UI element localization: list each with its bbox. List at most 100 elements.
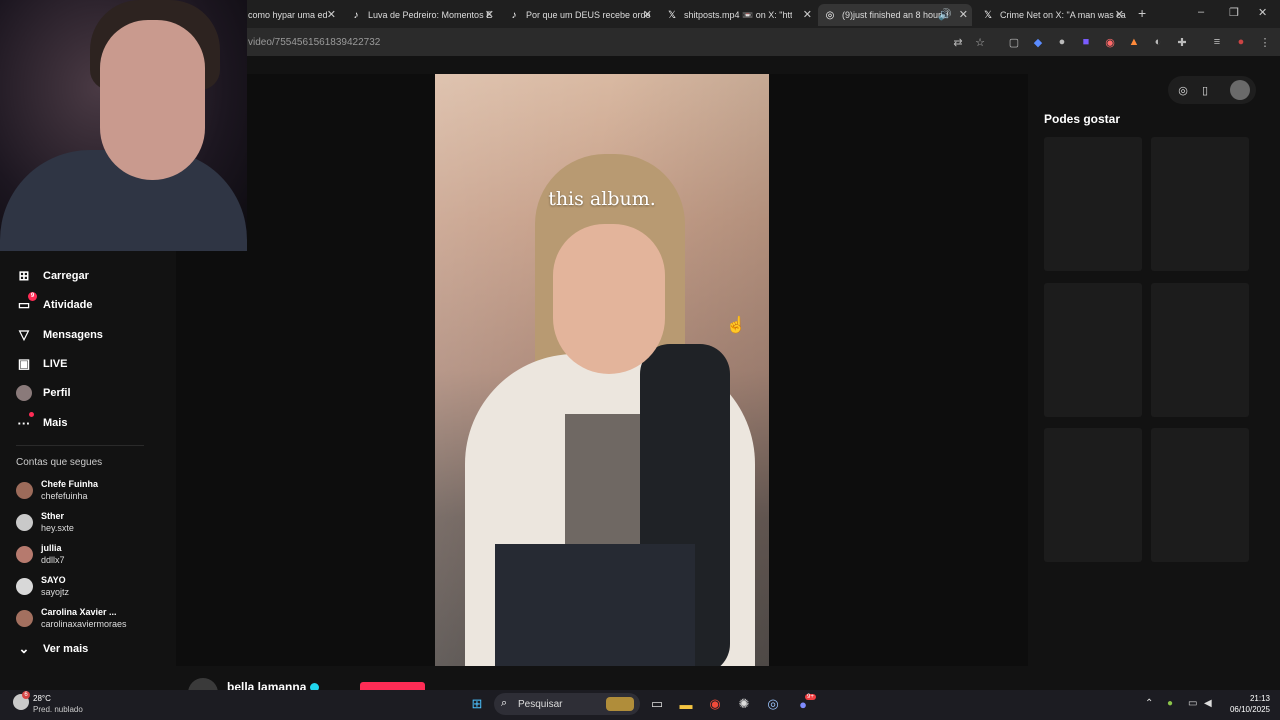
- notification-dot: [29, 412, 34, 417]
- see-more-button[interactable]: ⌄ Ver mais: [16, 641, 89, 657]
- clock-time: 21:13: [1249, 694, 1270, 703]
- file-explorer-icon[interactable]: ▬: [678, 696, 694, 712]
- account-handle: hey.sxte: [41, 523, 74, 533]
- following-section-title: Contas que segues: [16, 457, 103, 468]
- tab-title: Luva de Pedreiro: Momentos E: [368, 10, 493, 20]
- recommended-video-thumbnail[interactable]: [1151, 428, 1249, 562]
- account-name: Chefe Fuinha: [41, 479, 99, 489]
- following-account[interactable]: Carolina Xavier ... carolinaxaviermoraes: [16, 606, 127, 630]
- sidebar-item-live[interactable]: ▣ LIVE: [16, 356, 68, 372]
- browser-tab[interactable]: 𝕏 shitposts.mp4 📼 on X: "htt ✕: [666, 4, 816, 26]
- close-tab-icon[interactable]: ✕: [643, 8, 652, 21]
- tab-title: como hypar uma ed: [248, 10, 328, 20]
- extension-icon[interactable]: ▢: [1007, 35, 1021, 49]
- profile-icon[interactable]: ●: [1234, 35, 1248, 49]
- restore-icon[interactable]: ❐: [1229, 6, 1239, 19]
- minimize-icon[interactable]: –: [1198, 6, 1204, 18]
- extension-icon[interactable]: ◐: [1151, 35, 1165, 49]
- new-tab-button[interactable]: +: [1138, 5, 1146, 21]
- account-name: Sther: [41, 511, 65, 521]
- search-placeholder: Pesquisar: [518, 699, 563, 710]
- browser-tab[interactable]: como hypar uma ed ✕: [248, 4, 340, 26]
- speaker-icon[interactable]: 🔊: [938, 8, 952, 21]
- taskbar-clock[interactable]: 21:13 06/10/2025: [1226, 693, 1270, 715]
- search-icon: ⌕: [501, 697, 508, 709]
- extension-icon[interactable]: ■: [1079, 35, 1093, 49]
- media-control-icon[interactable]: ≡: [1210, 35, 1224, 49]
- windows-start-icon[interactable]: ⊞: [469, 696, 485, 712]
- url-text[interactable]: video/7554561561839422732: [248, 37, 380, 48]
- close-tab-icon[interactable]: ✕: [327, 8, 336, 21]
- chrome-icon[interactable]: ◉: [707, 696, 723, 712]
- following-account[interactable]: Sther hey.sxte: [16, 510, 74, 534]
- browser-tab-active[interactable]: ◎ (9)just finished an 8 hour d 🔊 ✕: [818, 4, 972, 26]
- inbox-icon: ▭ 9: [16, 292, 37, 313]
- sidebar-item-mensagens[interactable]: ▽ Mensagens: [16, 327, 103, 343]
- extension-icon[interactable]: ◆: [1031, 35, 1045, 49]
- weather-temperature[interactable]: 28°C: [33, 694, 51, 703]
- tab-title: Por que um DEUS recebe orde: [526, 10, 651, 20]
- tab-title: shitposts.mp4 📼 on X: "htt: [684, 9, 793, 20]
- compass-icon[interactable]: ◎: [1175, 82, 1191, 98]
- following-account[interactable]: Chefe Fuinha chefefuinha: [16, 478, 98, 502]
- menu-dots-icon[interactable]: ⋮: [1258, 35, 1272, 49]
- recommendations-title: Podes gostar: [1044, 112, 1121, 126]
- account-name: jullia: [41, 543, 62, 553]
- sidebar-item-label: Atividade: [43, 299, 93, 311]
- browser-tab[interactable]: ♪ Por que um DEUS recebe orde ✕: [508, 4, 656, 26]
- recommended-video-thumbnail[interactable]: [1044, 428, 1142, 562]
- webcam-frame: [100, 20, 205, 180]
- following-account[interactable]: jullia ddllx7: [16, 542, 65, 566]
- close-tab-icon[interactable]: ✕: [803, 8, 812, 21]
- close-tab-icon[interactable]: ✕: [959, 8, 968, 21]
- weather-condition[interactable]: Pred. nublado: [33, 705, 83, 714]
- recommended-video-thumbnail[interactable]: [1151, 283, 1249, 417]
- sidebar-item-mais[interactable]: ··· Mais: [16, 412, 67, 431]
- sidebar-item-atividade[interactable]: ▭ 9 Atividade: [16, 292, 93, 313]
- send-icon: ▽: [19, 327, 29, 342]
- extension-icon[interactable]: ▲: [1127, 35, 1141, 49]
- steam-icon[interactable]: ◎: [765, 696, 781, 712]
- live-icon: ▣: [17, 356, 31, 371]
- recommended-video-thumbnail[interactable]: [1044, 283, 1142, 417]
- sidebar-item-label: Mensagens: [43, 329, 103, 341]
- video-caption: this album.: [548, 188, 656, 210]
- recommended-video-thumbnail[interactable]: [1044, 137, 1142, 271]
- avatar: [16, 577, 33, 595]
- task-view-icon[interactable]: ▭: [649, 696, 665, 712]
- browser-tab[interactable]: 𝕏 Crime Net on X: "A man was ca ✕: [982, 4, 1128, 26]
- avatar: [16, 481, 33, 499]
- avatar[interactable]: [1230, 80, 1250, 100]
- chevron-down-icon: ⌄: [18, 641, 30, 656]
- video-player[interactable]: this album.: [435, 74, 769, 666]
- extension-icon[interactable]: ●: [1055, 35, 1069, 49]
- volume-icon[interactable]: ◀: [1204, 698, 1212, 709]
- screen: como hypar uma ed ✕ ♪ Luva de Pedreiro: …: [0, 0, 1280, 720]
- avatar: [16, 545, 33, 563]
- close-tab-icon[interactable]: ✕: [1115, 8, 1124, 21]
- network-icon[interactable]: ▭: [1188, 698, 1197, 709]
- extension-icon[interactable]: ◉: [1103, 35, 1117, 49]
- phone-icon[interactable]: ▯: [1197, 82, 1213, 98]
- tiktok-icon: ◎: [825, 9, 835, 21]
- sidebar-item-carregar[interactable]: ⊞ Carregar: [16, 268, 89, 284]
- upload-icon: ⊞: [18, 268, 30, 283]
- search-highlight-icon: [606, 697, 634, 711]
- sidebar-item-perfil[interactable]: Perfil: [16, 385, 71, 401]
- following-account[interactable]: SAYO sayojtz: [16, 574, 69, 598]
- taskbar-search[interactable]: ⌕ Pesquisar: [494, 693, 640, 715]
- video-frame: [553, 224, 665, 374]
- microphone-icon[interactable]: ●: [1167, 698, 1173, 709]
- browser-tab[interactable]: ♪ Luva de Pedreiro: Momentos E ✕: [350, 4, 498, 26]
- tray-overflow-icon[interactable]: ⌃: [1145, 698, 1153, 709]
- recommended-video-thumbnail[interactable]: [1151, 137, 1249, 271]
- video-frame: [565, 414, 645, 554]
- bookmark-star-icon[interactable]: ☆: [973, 35, 987, 49]
- app-icon[interactable]: ✺: [736, 696, 752, 712]
- account-handle: sayojtz: [41, 587, 70, 597]
- account-handle: ddllx7: [41, 555, 65, 565]
- close-window-icon[interactable]: ✕: [1258, 6, 1267, 19]
- puzzle-icon[interactable]: ✚: [1175, 35, 1189, 49]
- translate-icon[interactable]: ⇄: [951, 35, 965, 49]
- close-tab-icon[interactable]: ✕: [485, 8, 494, 21]
